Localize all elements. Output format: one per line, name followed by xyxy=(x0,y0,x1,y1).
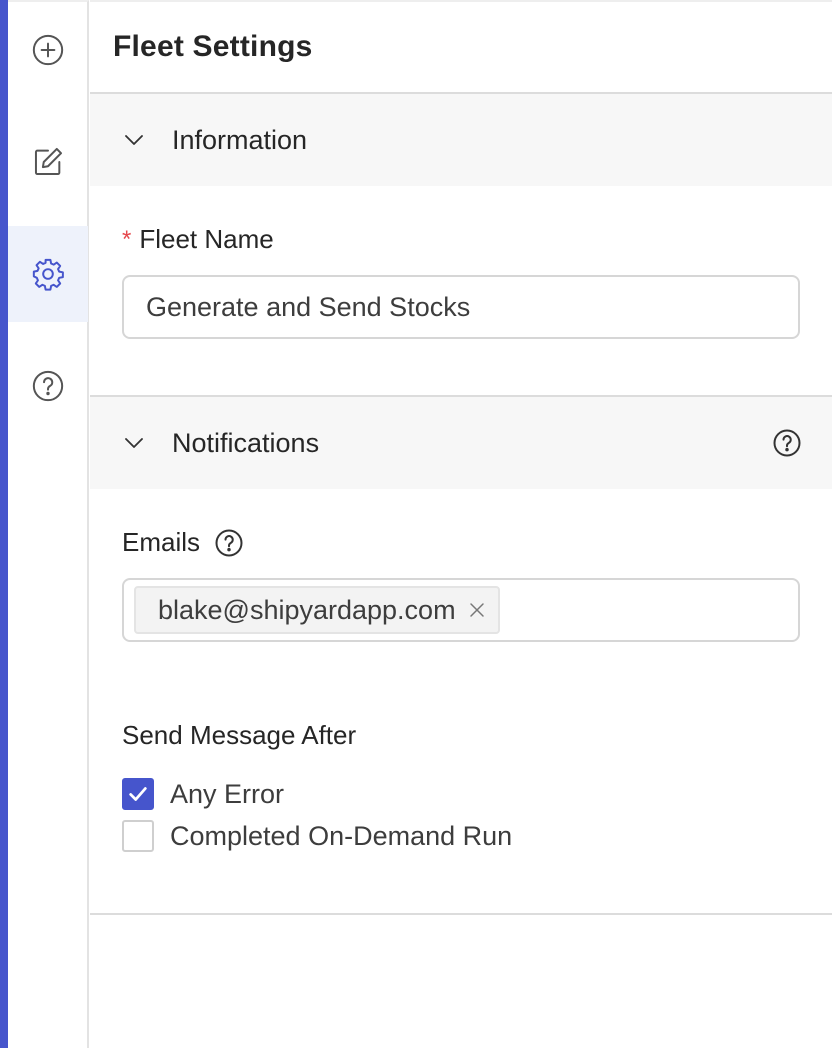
checkbox-label: Completed On-Demand Run xyxy=(170,820,513,851)
section-title-information: Information xyxy=(172,124,308,155)
settings-panel: Fleet Settings Information * Fleet Name … xyxy=(90,0,832,1048)
checkbox[interactable] xyxy=(122,778,154,810)
page-title: Fleet Settings xyxy=(113,30,313,63)
title-bar: Fleet Settings xyxy=(90,2,832,94)
section-header-notifications[interactable]: Notifications xyxy=(90,397,832,489)
emails-input[interactable]: blake@shipyardapp.com xyxy=(122,578,800,642)
section-title-notifications: Notifications xyxy=(172,427,320,458)
checkbox-any-error[interactable]: Any Error xyxy=(122,773,800,815)
chevron-down-icon xyxy=(125,135,143,145)
fleet-name-input[interactable] xyxy=(122,275,800,339)
email-tag: blake@shipyardapp.com xyxy=(134,586,500,634)
icon-rail xyxy=(8,0,89,1048)
checkbox-label: Any Error xyxy=(170,778,285,809)
information-body: * Fleet Name xyxy=(90,186,832,395)
gear-icon xyxy=(32,258,64,291)
section-header-information[interactable]: Information xyxy=(90,94,832,186)
rail-help-button[interactable] xyxy=(8,338,88,434)
edit-icon xyxy=(34,147,63,176)
rail-add-button[interactable] xyxy=(8,2,88,98)
emails-label-text: Emails xyxy=(122,527,201,557)
rail-settings-button[interactable] xyxy=(8,226,88,322)
notifications-body: Emails blake@shipyardapp.com Send Messag… xyxy=(90,489,832,913)
add-circle-icon xyxy=(32,34,64,66)
help-circle-icon[interactable] xyxy=(214,528,244,558)
emails-label: Emails xyxy=(122,527,800,558)
checkbox-completed-on-demand-run[interactable]: Completed On-Demand Run xyxy=(122,815,800,857)
help-circle-icon[interactable] xyxy=(772,428,802,458)
close-icon[interactable] xyxy=(468,601,486,619)
checkmark-icon xyxy=(129,787,147,801)
required-marker: * xyxy=(122,225,132,253)
send-after-label-text: Send Message After xyxy=(122,720,357,750)
fleet-name-label: * Fleet Name xyxy=(122,224,800,255)
rail-edit-button[interactable] xyxy=(8,114,88,210)
email-tag-text: blake@shipyardapp.com xyxy=(158,594,456,625)
fleet-settings-app: Fleet Settings Information * Fleet Name … xyxy=(0,0,832,1048)
send-after-label: Send Message After xyxy=(122,720,800,751)
fleet-name-label-text: Fleet Name xyxy=(139,224,274,254)
help-circle-icon xyxy=(32,370,64,402)
section-divider xyxy=(90,913,832,915)
accent-stripe xyxy=(0,0,8,1048)
checkbox[interactable] xyxy=(122,820,154,852)
chevron-down-icon xyxy=(125,438,143,448)
